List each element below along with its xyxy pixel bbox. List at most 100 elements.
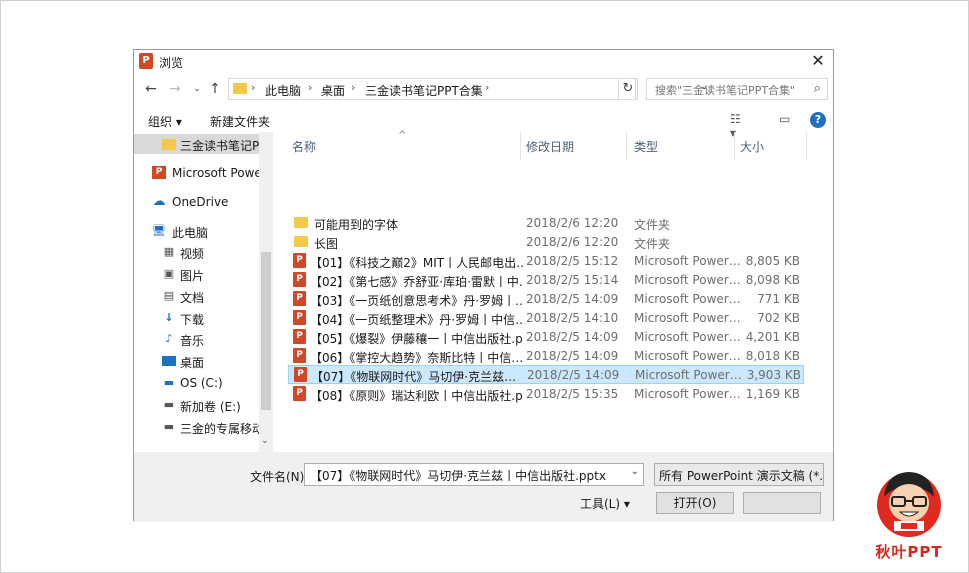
- column-divider[interactable]: [734, 132, 735, 160]
- table-row[interactable]: P 【01】《科技之巅2》MIT丨人民邮电出… 2018/2/5 15:12 M…: [288, 252, 804, 271]
- nav-item-current-folder[interactable]: 三金读书笔记PPT合集: [134, 134, 259, 154]
- file-type: Microsoft Power…: [634, 311, 741, 325]
- navigation-row: ← → ⌄ ↑ › 此电脑 › 桌面 › 三金读书笔记PPT合集 › ⌄ ↻ 搜…: [134, 78, 833, 102]
- dialog-title: 浏览: [159, 56, 184, 70]
- table-row[interactable]: P 【06】《掌控大趋势》奈斯比特丨中信… 2018/2/5 14:09 Mic…: [288, 347, 804, 366]
- organize-button[interactable]: 组织 ▾: [148, 113, 182, 130]
- recent-locations-chevron-icon[interactable]: ⌄: [188, 80, 206, 98]
- table-row[interactable]: P 【03】《一页纸创意思考术》丹·罗姆丨… 2018/2/5 14:09 Mi…: [288, 290, 804, 309]
- nav-scrollbar[interactable]: ⌄: [259, 132, 273, 452]
- up-arrow-icon[interactable]: ↑: [206, 80, 224, 98]
- nav-item-documents[interactable]: ▤ 文档: [134, 286, 259, 306]
- file-size: 771 KB: [757, 292, 800, 306]
- nav-item-powerpoint[interactable]: P Microsoft PowerPoint: [134, 163, 259, 183]
- file-type: 文件夹: [634, 218, 671, 232]
- breadcrumb-separator-icon[interactable]: ›: [308, 81, 312, 94]
- column-divider[interactable]: [520, 132, 521, 160]
- file-date: 2018/2/5 15:35: [526, 387, 619, 401]
- file-date: 2018/2/5 15:14: [526, 273, 619, 287]
- table-row[interactable]: P 【02】《第七感》乔舒亚·库珀·雷默丨中… 2018/2/5 15:14 M…: [288, 271, 804, 290]
- usb-drive-icon: ▬: [163, 420, 175, 433]
- desktop-icon: [162, 356, 176, 366]
- forward-arrow-icon[interactable]: →: [166, 80, 184, 98]
- table-row[interactable]: P 【05】《爆裂》伊藤穰一丨中信出版社.p… 2018/2/5 14:09 M…: [288, 328, 804, 347]
- table-row-selected[interactable]: P 【07】《物联网时代》马切伊·克兰兹… 2018/2/5 14:09 Mic…: [288, 365, 804, 384]
- powerpoint-app-icon: P: [139, 53, 153, 69]
- nav-item-drive-c[interactable]: ▬ OS (C:): [134, 373, 259, 393]
- view-options-icon[interactable]: ☷ ▾: [730, 112, 746, 140]
- nav-item-label: 图片: [180, 269, 205, 283]
- video-icon: ▦: [163, 245, 175, 258]
- nav-item-videos[interactable]: ▦ 视频: [134, 242, 259, 262]
- breadcrumb-separator-icon[interactable]: ›: [351, 81, 355, 94]
- table-row[interactable]: P 【08】《原则》瑞达利欧丨中信出版社.p… 2018/2/5 15:35 M…: [288, 385, 804, 404]
- column-header-date[interactable]: 修改日期: [526, 138, 574, 155]
- nav-item-desktop[interactable]: 桌面: [134, 351, 259, 371]
- nav-item-label: 桌面: [180, 356, 205, 370]
- cancel-button[interactable]: [743, 492, 821, 514]
- address-bar[interactable]: › 此电脑 › 桌面 › 三金读书笔记PPT合集 › ⌄: [228, 78, 708, 100]
- close-button[interactable]: ✕: [803, 50, 833, 72]
- table-row[interactable]: P 【04】《一页纸整理术》丹·罗姆丨中信… 2018/2/5 14:10 Mi…: [288, 309, 804, 328]
- file-name: 长图: [314, 237, 339, 251]
- search-icon: ⌕: [813, 81, 821, 96]
- file-date: 2018/2/6 12:20: [526, 235, 619, 249]
- search-placeholder: 搜索"三金读书笔记PPT合集": [655, 84, 796, 97]
- filename-label: 文件名(N):: [250, 470, 309, 484]
- column-divider[interactable]: [626, 132, 627, 160]
- table-row[interactable]: 可能用到的字体 2018/2/6 12:20 文件夹: [288, 214, 804, 233]
- powerpoint-file-icon: P: [294, 367, 307, 382]
- file-date: 2018/2/5 15:12: [526, 254, 619, 268]
- chevron-down-icon[interactable]: ⌄: [631, 466, 639, 477]
- file-type: Microsoft Power…: [634, 387, 741, 401]
- powerpoint-file-icon: P: [293, 348, 306, 363]
- breadcrumb-current-folder[interactable]: 三金读书笔记PPT合集: [365, 82, 483, 99]
- preview-pane-icon[interactable]: ▭: [779, 112, 795, 126]
- file-date: 2018/2/5 14:09: [526, 292, 619, 306]
- search-input[interactable]: 搜索"三金读书笔记PPT合集" ⌕: [646, 78, 828, 100]
- file-name: 【01】《科技之巅2》MIT丨人民邮电出…: [310, 256, 524, 270]
- refresh-icon[interactable]: ↻: [618, 78, 638, 100]
- file-size: 702 KB: [757, 311, 800, 325]
- breadcrumb-desktop[interactable]: 桌面: [321, 82, 345, 99]
- table-row[interactable]: 长图 2018/2/6 12:20 文件夹: [288, 233, 804, 252]
- file-date: 2018/2/5 14:10: [526, 311, 619, 325]
- nav-item-drive-e[interactable]: ▬ 新加卷 (E:): [134, 395, 259, 415]
- tools-button[interactable]: 工具(L) ▾: [580, 495, 630, 512]
- filetype-select[interactable]: 所有 PowerPoint 演示文稿 (*.p: [654, 463, 824, 486]
- nav-item-label: 新加卷 (E:): [180, 400, 241, 414]
- nav-item-label: Microsoft PowerPoint: [172, 166, 259, 180]
- nav-item-downloads[interactable]: ↓ 下载: [134, 308, 259, 328]
- scroll-down-chevron-icon[interactable]: ⌄: [261, 436, 269, 446]
- sort-ascending-caret-icon: ^: [398, 130, 407, 141]
- documents-icon: ▤: [163, 289, 175, 302]
- filename-field[interactable]: 【07】《物联网时代》马切伊·克兰兹丨中信出版社.pptx ⌄: [304, 463, 644, 486]
- onedrive-icon: ☁: [152, 194, 166, 209]
- powerpoint-file-icon: P: [293, 386, 306, 401]
- column-header-size[interactable]: 大小: [740, 138, 764, 155]
- nav-scrollbar-thumb[interactable]: [261, 252, 271, 410]
- nav-item-onedrive[interactable]: ☁ OneDrive: [134, 192, 259, 212]
- folder-icon: [294, 236, 308, 247]
- file-size: 4,201 KB: [745, 330, 800, 344]
- file-date: 2018/2/5 14:09: [526, 330, 619, 344]
- column-header-name[interactable]: 名称: [292, 138, 316, 155]
- file-name: 【03】《一页纸创意思考术》丹·罗姆丨…: [310, 294, 524, 308]
- powerpoint-file-icon: P: [293, 272, 306, 287]
- file-size: 8,018 KB: [745, 349, 800, 363]
- column-divider[interactable]: [806, 132, 807, 160]
- back-arrow-icon[interactable]: ←: [142, 80, 160, 98]
- powerpoint-file-icon: P: [293, 310, 306, 325]
- nav-item-music[interactable]: ♪ 音乐: [134, 329, 259, 349]
- nav-item-this-pc[interactable]: 🖥 此电脑: [134, 221, 259, 241]
- breadcrumb-this-pc[interactable]: 此电脑: [265, 82, 301, 99]
- nav-item-usb-drive[interactable]: ▬ 三金的专属移动硬盘: [134, 417, 259, 437]
- file-name: 【08】《原则》瑞达利欧丨中信出版社.p…: [310, 389, 524, 403]
- new-folder-button[interactable]: 新建文件夹: [210, 113, 270, 130]
- column-header-type[interactable]: 类型: [634, 138, 658, 155]
- open-button[interactable]: 打开(O): [656, 492, 734, 514]
- help-icon[interactable]: ?: [810, 112, 826, 128]
- breadcrumb-separator-icon[interactable]: ›: [485, 81, 489, 94]
- nav-item-label: 视频: [180, 247, 205, 261]
- nav-item-pictures[interactable]: ▣ 图片: [134, 264, 259, 284]
